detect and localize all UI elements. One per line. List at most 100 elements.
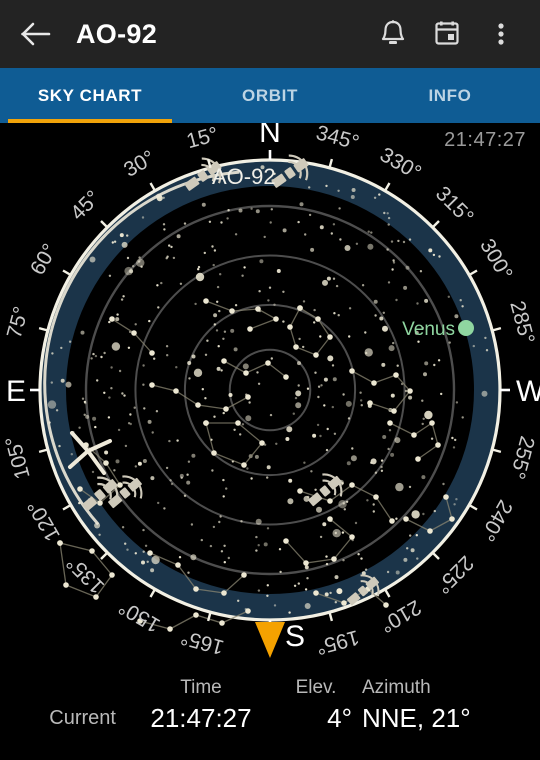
star [268, 286, 272, 289]
star [221, 358, 227, 364]
star [150, 476, 155, 481]
star [416, 302, 419, 305]
star [312, 433, 317, 438]
star [144, 544, 148, 547]
star [240, 520, 243, 523]
star [166, 255, 169, 258]
star [316, 423, 320, 427]
star [397, 239, 400, 243]
star [403, 516, 409, 522]
star [113, 240, 117, 243]
star [411, 432, 417, 438]
star [326, 427, 329, 431]
star [203, 251, 206, 255]
star [153, 357, 156, 360]
star [257, 382, 261, 385]
star [442, 482, 445, 486]
star [197, 268, 200, 271]
star [332, 377, 337, 382]
star [345, 400, 352, 407]
star [422, 512, 425, 516]
azimuth-tick [100, 551, 109, 560]
star [459, 299, 462, 302]
star [218, 520, 221, 524]
calendar-icon [435, 21, 459, 45]
bell-icon [381, 20, 405, 44]
sky-chart[interactable]: AO-92 Venus 15° 30° 45° 60° 75° 105° 120° 135° 150… [0, 123, 540, 663]
star [286, 426, 293, 433]
back-button[interactable] [14, 12, 58, 56]
star [392, 261, 396, 264]
tab-orbit[interactable]: ORBIT [180, 68, 360, 123]
calendar-button[interactable] [422, 10, 472, 58]
star [332, 277, 336, 280]
star [142, 364, 145, 367]
notifications-button[interactable] [368, 10, 418, 58]
star [131, 330, 137, 336]
star [448, 341, 451, 344]
star [288, 611, 291, 614]
star [197, 265, 201, 269]
star [349, 482, 355, 488]
star [415, 534, 418, 537]
tab-info[interactable]: INFO [360, 68, 540, 123]
star [129, 422, 132, 426]
venus-marker[interactable] [458, 320, 474, 336]
star [327, 498, 333, 504]
star [313, 352, 319, 358]
header-blank [0, 675, 126, 703]
star [293, 584, 297, 587]
star [110, 366, 113, 369]
star [157, 501, 160, 505]
azimuth-tick-label: 120° [23, 496, 65, 545]
azimuth-tick-label: 45° [66, 186, 105, 225]
star [334, 575, 339, 580]
star [453, 503, 456, 506]
cardinal-west: W [516, 375, 540, 408]
star [243, 370, 249, 376]
star [333, 312, 336, 315]
star [206, 339, 209, 342]
star [259, 259, 264, 264]
star [85, 414, 90, 419]
sky-chart-canvas[interactable]: AO-92Venus15°30°45°60°75°105°120°135°150… [0, 123, 540, 663]
star [221, 590, 227, 596]
star [348, 335, 351, 338]
star [103, 460, 109, 466]
star [222, 411, 225, 415]
tab-sky-chart[interactable]: SKY CHART [0, 68, 180, 123]
star [126, 234, 129, 237]
star [203, 298, 209, 304]
star [90, 357, 93, 360]
star [134, 465, 137, 468]
azimuth-tick [468, 269, 478, 277]
star [422, 417, 425, 420]
star [63, 582, 69, 588]
star [108, 320, 111, 324]
azimuth-tick [149, 588, 157, 598]
star [357, 553, 360, 556]
star [191, 354, 196, 359]
star [222, 495, 225, 498]
star [370, 231, 373, 234]
overflow-menu-button[interactable] [476, 10, 526, 58]
star [233, 428, 236, 431]
star [304, 233, 307, 236]
star [395, 298, 398, 302]
star [149, 382, 155, 388]
star [332, 529, 341, 538]
star [220, 550, 224, 553]
star [440, 392, 443, 396]
star [203, 420, 209, 426]
star [379, 316, 384, 321]
star [317, 385, 321, 388]
azimuth-tick-label: 240° [475, 496, 517, 545]
star [201, 202, 206, 207]
star [330, 232, 333, 235]
star [424, 361, 429, 366]
star [230, 328, 235, 333]
star [121, 241, 128, 248]
star [201, 388, 204, 391]
star [306, 387, 310, 390]
app-bar: AO-92 [0, 0, 540, 68]
